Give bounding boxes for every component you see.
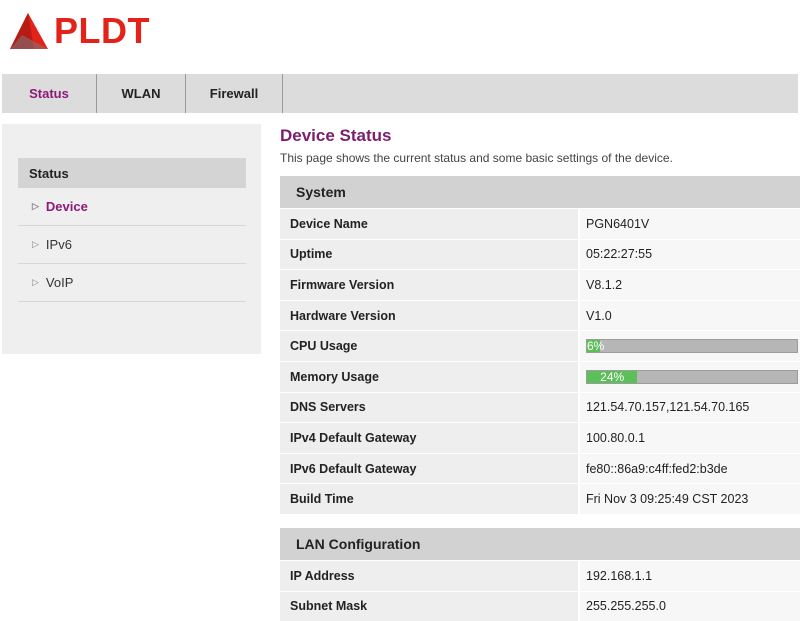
tab-firewall[interactable]: Firewall — [186, 74, 283, 113]
row-value: 24% — [580, 361, 800, 392]
row-label: Subnet Mask — [280, 591, 580, 621]
system-section: System Device Name PGN6401V Uptime 05:22… — [280, 176, 800, 514]
table-row: Build Time Fri Nov 3 09:25:49 CST 2023 — [280, 483, 800, 514]
row-label: Build Time — [280, 484, 580, 514]
row-label: Hardware Version — [280, 300, 580, 331]
row-value: 6% — [580, 331, 800, 361]
section-heading: LAN Configuration — [280, 528, 800, 560]
table-row: Device Name PGN6401V — [280, 208, 800, 239]
table-row: IP Address 192.168.1.1 — [280, 560, 800, 591]
row-label: CPU Usage — [280, 331, 580, 361]
table-row: IPv6 Default Gateway fe80::86a9:c4ff:fed… — [280, 452, 800, 484]
tab-status[interactable]: Status — [2, 74, 97, 113]
sidebar-item-label: VoIP — [45, 275, 74, 290]
brand-name: PLDT — [54, 10, 150, 51]
chevron-right-icon: ▷ — [32, 277, 39, 287]
sidebar-heading: Status — [18, 158, 246, 188]
chevron-right-icon: ▷ — [32, 201, 39, 211]
row-value: V1.0 — [580, 300, 800, 331]
page-title: Device Status — [280, 126, 392, 145]
cpu-usage-percent: 6% — [587, 339, 605, 354]
row-value: 100.80.0.1 — [580, 423, 800, 453]
sidebar-item-label: Device — [45, 199, 88, 214]
row-value: fe80::86a9:c4ff:fed2:b3de — [580, 453, 800, 484]
row-label: IP Address — [280, 561, 580, 591]
memory-usage-percent: 24% — [600, 369, 625, 384]
chevron-right-icon: ▷ — [32, 239, 39, 249]
row-value: 255.255.255.0 — [580, 591, 800, 621]
lan-section: LAN Configuration IP Address 192.168.1.1… — [280, 528, 800, 621]
row-label: Uptime — [280, 239, 580, 270]
row-value: 05:22:27:55 — [580, 239, 800, 270]
pldt-triangle-logo-icon — [10, 13, 48, 49]
row-label: Device Name — [280, 209, 580, 239]
sidebar-item-ipv6[interactable]: ▷ IPv6 — [18, 226, 246, 264]
sidebar-item-device[interactable]: ▷ Device — [18, 188, 246, 226]
row-label: IPv4 Default Gateway — [280, 423, 580, 453]
table-row: Uptime 05:22:27:55 — [280, 238, 800, 270]
table-row: IPv4 Default Gateway 100.80.0.1 — [280, 422, 800, 453]
table-row: Memory Usage 24% — [280, 360, 800, 392]
sidebar-item-voip[interactable]: ▷ VoIP — [18, 264, 246, 302]
page-description: This page shows the current status and s… — [280, 151, 673, 165]
table-row: Hardware Version V1.0 — [280, 299, 800, 331]
row-label: DNS Servers — [280, 392, 580, 423]
table-row: CPU Usage 6% — [280, 330, 800, 361]
row-value: PGN6401V — [580, 209, 800, 239]
row-label: IPv6 Default Gateway — [280, 453, 580, 484]
sidebar-item-label: IPv6 — [45, 237, 72, 252]
pldt-logo: PLDT — [8, 10, 150, 52]
table-row: Firmware Version V8.1.2 — [280, 269, 800, 300]
row-label: Firmware Version — [280, 270, 580, 300]
row-value: 192.168.1.1 — [580, 561, 800, 591]
main-content: Device Status This page shows the curren… — [280, 124, 800, 621]
sidebar: Status ▷ Device ▷ IPv6 ▷ VoIP — [2, 124, 261, 354]
row-value: 121.54.70.157,121.54.70.165 — [580, 392, 800, 423]
section-heading: System — [280, 176, 800, 208]
row-label: Memory Usage — [280, 361, 580, 392]
row-value: V8.1.2 — [580, 270, 800, 300]
memory-usage-bar: 24% — [586, 369, 798, 384]
table-row: DNS Servers 121.54.70.157,121.54.70.165 — [280, 391, 800, 423]
tab-wlan[interactable]: WLAN — [97, 74, 186, 113]
table-row: Subnet Mask 255.255.255.0 — [280, 590, 800, 621]
top-nav: Status WLAN Firewall — [2, 74, 798, 113]
row-value: Fri Nov 3 09:25:49 CST 2023 — [580, 484, 800, 514]
cpu-usage-bar: 6% — [586, 339, 798, 354]
